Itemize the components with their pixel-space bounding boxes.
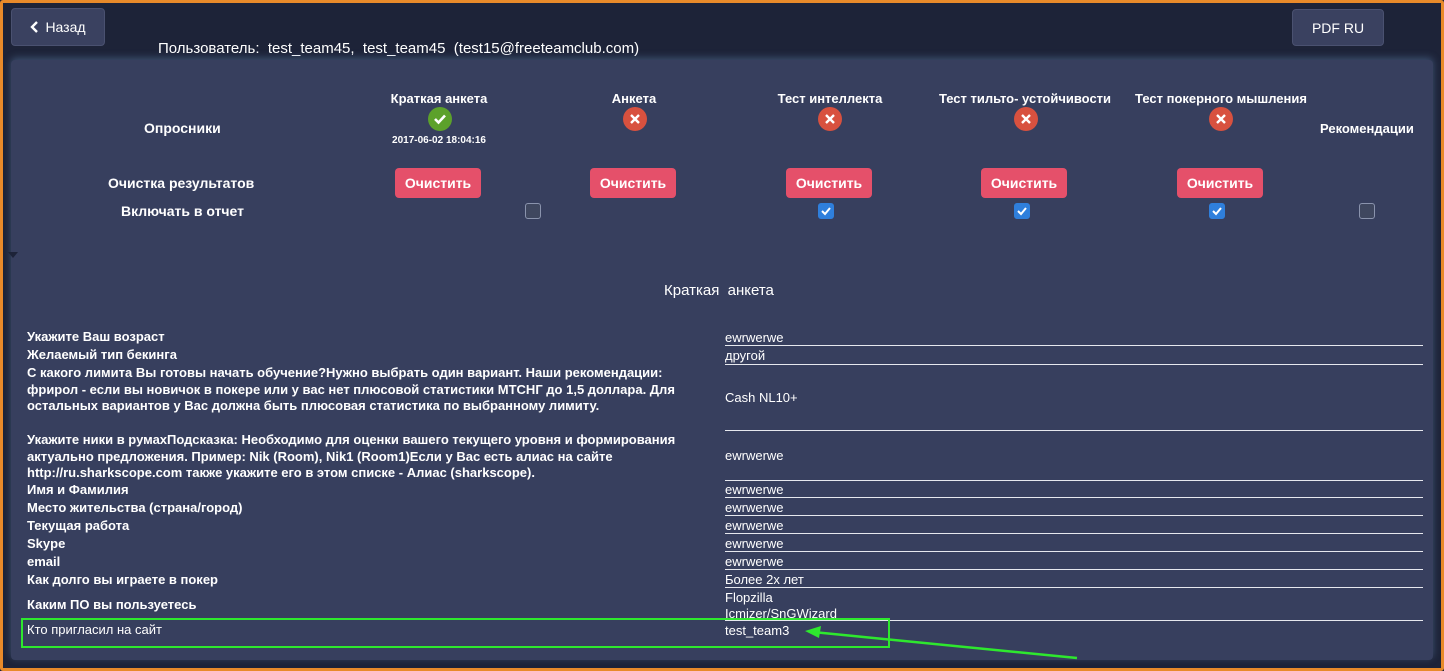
highlight-box <box>21 618 890 648</box>
answer-underline <box>725 569 1423 570</box>
recommendations-label: Рекомендации <box>1320 121 1414 136</box>
back-button[interactable]: Назад <box>11 8 105 46</box>
main-panel: Опросники Краткая анкета Анкета Тест инт… <box>8 60 1433 660</box>
back-button-label: Назад <box>45 19 86 35</box>
survey-column-title: Анкета <box>611 91 657 106</box>
answer-value: ewrwerwe <box>725 500 784 515</box>
answer-value: ewrwerwe <box>725 448 784 463</box>
cross-icon <box>818 107 842 131</box>
cross-icon <box>1209 107 1233 131</box>
clear-button[interactable]: Очистить <box>1177 168 1263 198</box>
question-label: Укажите Ваш возраст <box>27 329 165 344</box>
answer-underline <box>725 515 1423 516</box>
answer-underline <box>725 533 1423 534</box>
answer-underline <box>725 364 1423 365</box>
question-label: Место жительства (страна/город) <box>27 500 243 515</box>
clear-results-label: Очистка результатов <box>108 175 255 191</box>
question-label: Желаемый тип бекинга <box>27 347 177 362</box>
answer-value: ewrwerwe <box>725 518 784 533</box>
include-in-report-label: Включать в отчет <box>121 203 245 219</box>
checkmark-icon <box>821 207 831 216</box>
user-info: Пользователь: test_team45, test_team45 (… <box>158 40 640 57</box>
question-label: Как долго вы играете в покер <box>27 572 218 587</box>
clear-button[interactable]: Очистить <box>786 168 872 198</box>
include-checkbox[interactable] <box>1209 203 1225 219</box>
cross-icon <box>623 107 647 131</box>
question-label: Skype <box>27 536 66 551</box>
survey-column-title: Тест тильто- устойчивости <box>938 91 1112 106</box>
answer-value: ewrwerwe <box>725 536 784 551</box>
answer-value: Flopzilla <box>725 590 773 605</box>
answer-underline <box>725 587 1423 588</box>
answer-underline <box>725 430 1423 431</box>
question-label: Каким ПО вы пользуетесь <box>27 597 197 612</box>
checkmark-icon <box>1212 207 1222 216</box>
chevron-left-icon <box>30 21 39 33</box>
answer-value: ewrwerwe <box>725 482 784 497</box>
answer-value: ewrwerwe <box>725 554 784 569</box>
question-label: Текущая работа <box>27 518 130 533</box>
cross-icon <box>1014 107 1038 131</box>
answer-underline <box>725 551 1423 552</box>
survey-column-title: Тест интеллекта <box>777 91 883 106</box>
question-label: Имя и Фамилия <box>27 482 129 497</box>
include-checkbox[interactable] <box>1359 203 1375 219</box>
check-icon <box>428 107 452 131</box>
include-checkbox[interactable] <box>818 203 834 219</box>
answer-value: Cash NL10+ <box>725 390 798 405</box>
include-checkbox[interactable] <box>1014 203 1030 219</box>
answer-underline <box>725 345 1423 346</box>
include-checkbox[interactable] <box>525 203 541 219</box>
section-title: Краткая анкета <box>664 282 774 299</box>
answer-value: другой <box>725 348 766 363</box>
answer-value: Более 2х лет <box>725 572 804 587</box>
question-label: Укажите ники в румахПодсказка: Необходим… <box>27 432 676 480</box>
pdf-ru-button[interactable]: PDF RU <box>1292 9 1384 46</box>
answer-value: ewrwerwe <box>725 330 784 345</box>
answer-underline <box>725 480 1423 481</box>
question-label: email <box>27 554 61 569</box>
survey-column-title: Краткая анкета <box>390 91 488 106</box>
clear-button[interactable]: Очистить <box>590 168 676 198</box>
question-label: С какого лимита Вы готовы начать обучени… <box>27 365 675 413</box>
surveys-row-label: Опросники <box>144 120 221 136</box>
checkmark-icon <box>1017 207 1027 216</box>
answer-underline <box>725 497 1423 498</box>
completion-date: 2017-06-02 18:04:16 <box>392 135 486 146</box>
clear-button[interactable]: Очистить <box>981 168 1067 198</box>
clear-button[interactable]: Очистить <box>395 168 481 198</box>
annotation-arrow-icon <box>805 626 1078 660</box>
collapse-triangle-icon[interactable] <box>8 252 18 258</box>
survey-column-title: Тест покерного мышления <box>1135 91 1307 106</box>
